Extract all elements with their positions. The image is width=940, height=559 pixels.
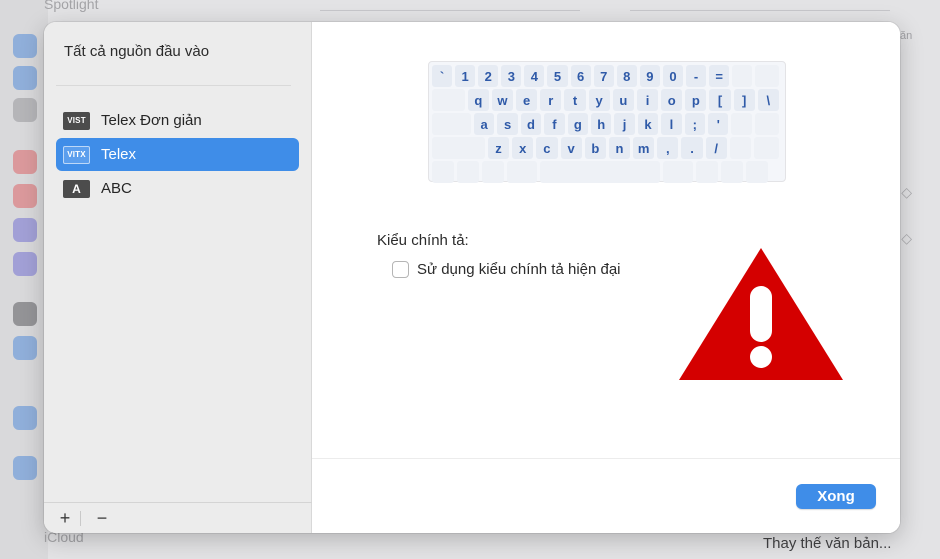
keyboard-key [754, 113, 779, 135]
keyboard-key [696, 161, 718, 183]
keyboard-key: y [588, 89, 610, 111]
keyboard-key [482, 161, 504, 183]
source-label: Telex Đơn giản [101, 112, 202, 129]
keyboard-key: t [564, 89, 586, 111]
sources-title: Tất cả nguồn đầu vào [64, 43, 210, 60]
keyboard-key: 5 [547, 65, 568, 87]
keyboard-key: 1 [455, 65, 476, 87]
modern-spelling-checkbox[interactable] [392, 261, 409, 278]
keyboard-key: q [467, 89, 489, 111]
keyboard-key: 2 [478, 65, 499, 87]
input-sources-list-pane: Tất cả nguồn đầu vào VIST Telex Đơn giản… [44, 22, 312, 533]
keyboard-key: a [473, 113, 495, 135]
keyboard-row: a s d f g h j k l; ' [432, 113, 782, 135]
modern-spelling-option[interactable]: Sử dụng kiểu chính tả hiện đại [392, 261, 621, 278]
remove-source-button[interactable]: − [91, 508, 113, 529]
keyboard-key [663, 161, 693, 183]
keyboard-key [729, 137, 752, 159]
keyboard-key [432, 137, 485, 159]
keyboard-key: = [709, 65, 730, 87]
keyboard-key [540, 161, 660, 183]
keyboard-row: q w e r t y u i o p[] \ [432, 89, 782, 111]
keyboard-key [432, 89, 465, 111]
divider [80, 510, 81, 526]
keyboard-key: ] [733, 89, 755, 111]
keyboard-key: 8 [616, 65, 637, 87]
keyboard-key: ' [708, 113, 729, 135]
keyboard-key: 9 [639, 65, 660, 87]
keyboard-key: [ [709, 89, 731, 111]
keyboard-key: v [560, 137, 582, 159]
keyboard-key [721, 161, 743, 183]
done-button[interactable]: Xong [796, 484, 876, 509]
list-footer: + − [44, 502, 312, 533]
vist-icon: VIST [63, 111, 90, 130]
keyboard-key [755, 65, 780, 87]
keyboard-key: , [657, 137, 679, 159]
keyboard-key [432, 161, 454, 183]
keyboard-key: h [591, 113, 612, 135]
keyboard-key: 3 [501, 65, 522, 87]
keyboard-key: m [633, 137, 655, 159]
keyboard-key: ` [432, 65, 453, 87]
keyboard-key: l [661, 113, 682, 135]
keyboard-key: i [636, 89, 659, 111]
keyboard-row: ` 1 2 3 4 5 6 7 8 9 0- = [432, 65, 782, 87]
keyboard-key: k [637, 113, 659, 135]
keyboard-key: / [705, 137, 727, 159]
keyboard-key: o [661, 89, 683, 111]
keyboard-key: - [686, 65, 707, 87]
keyboard-key: e [516, 89, 538, 111]
keyboard-key: c [536, 137, 558, 159]
keyboard-key: z [487, 137, 510, 159]
keyboard-key: 0 [662, 65, 684, 87]
keyboard-key: r [540, 89, 562, 111]
vitx-icon: VITX [63, 145, 90, 164]
keyboard-key: w [491, 89, 514, 111]
keyboard-key: s [497, 113, 518, 135]
source-item-telex-simple[interactable]: VIST Telex Đơn giản [56, 104, 299, 137]
divider [56, 85, 291, 86]
abc-icon: A [63, 179, 90, 198]
add-source-button[interactable]: + [54, 508, 76, 529]
keyboard-key [754, 137, 780, 159]
checkbox-label: Sử dụng kiểu chính tả hiện đại [417, 261, 621, 278]
keyboard-key: 7 [593, 65, 614, 87]
keyboard-key: u [612, 89, 634, 111]
source-detail-pane: ` 1 2 3 4 5 6 7 8 9 0- = q w e r t y u i o p[] \ a s d f g h j k l; ' … [312, 22, 900, 533]
keyboard-key: j [614, 113, 635, 135]
keyboard-key: \ [757, 89, 779, 111]
keyboard-key [746, 161, 768, 183]
keyboard-key: x [512, 137, 534, 159]
keyboard-key: . [681, 137, 703, 159]
keyboard-preview: ` 1 2 3 4 5 6 7 8 9 0- = q w e r t y u i o p[] \ a s d f g h j k l; ' … [428, 61, 786, 183]
keyboard-key: f [544, 113, 565, 135]
keyboard-key [432, 113, 471, 135]
source-label: ABC [101, 180, 132, 197]
keyboard-row: z x c v b n m,. / [432, 137, 782, 159]
keyboard-key: 6 [570, 65, 591, 87]
keyboard-key: b [584, 137, 606, 159]
source-item-telex[interactable]: VITX Telex [56, 138, 299, 171]
source-item-abc[interactable]: A ABC [56, 172, 299, 205]
keyboard-key: d [520, 113, 542, 135]
keyboard-key: p [685, 89, 707, 111]
input-sources-sheet: Tất cả nguồn đầu vào VIST Telex Đơn giản… [44, 22, 900, 533]
keyboard-key: ; [684, 113, 706, 135]
keyboard-key [507, 161, 537, 183]
spelling-style-title: Kiểu chính tả: [377, 232, 469, 249]
keyboard-key: 4 [524, 65, 545, 87]
keyboard-key: n [608, 137, 631, 159]
keyboard-row [432, 161, 782, 183]
keyboard-key [732, 65, 753, 87]
keyboard-key [731, 113, 752, 135]
keyboard-key [457, 161, 479, 183]
source-label: Telex [101, 146, 137, 163]
keyboard-key: g [567, 113, 588, 135]
warning-icon [679, 248, 843, 380]
